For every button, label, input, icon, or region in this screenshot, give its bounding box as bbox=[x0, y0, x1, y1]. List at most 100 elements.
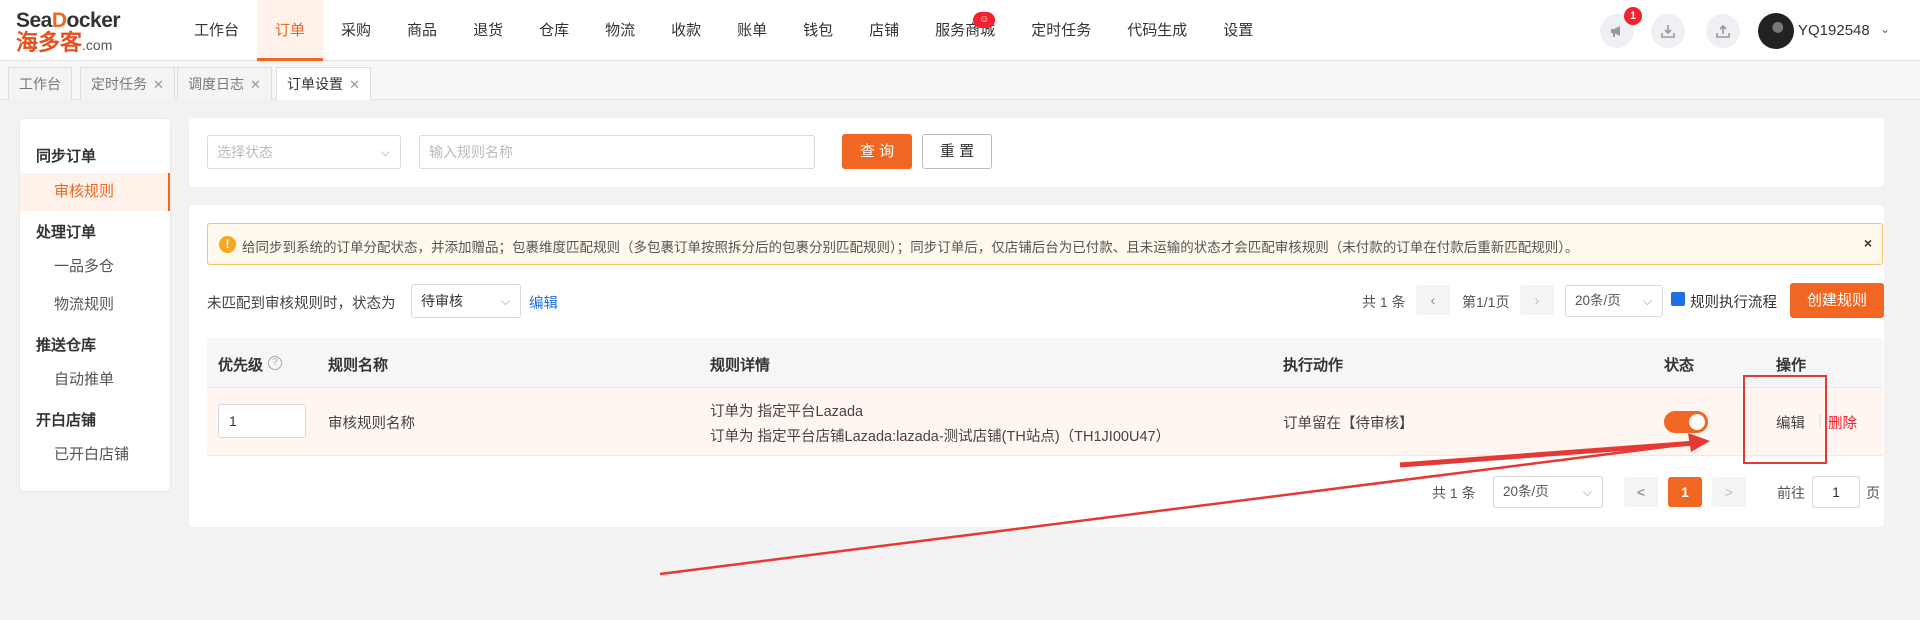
col-priority: 优先级 bbox=[218, 357, 264, 374]
chevron-down-icon[interactable]: ⌄ bbox=[1880, 22, 1890, 36]
create-rule-button[interactable]: 创建规则 bbox=[1790, 283, 1884, 318]
flow-doc-icon bbox=[1671, 292, 1685, 306]
help-icon[interactable]: ? bbox=[268, 356, 282, 370]
settings-sidebar: 同步订单 审核规则 处理订单 一品多仓 物流规则 推送仓库 自动推单 开白店铺 … bbox=[19, 118, 171, 492]
col-status: 状态 bbox=[1664, 357, 1695, 374]
nav-scheduled-tasks[interactable]: 定时任务 bbox=[1013, 0, 1109, 61]
info-notice: ! 给同步到系统的订单分配状态，并添加赠品；包裹维度匹配规则（多包裹订单按照拆分… bbox=[207, 223, 1883, 265]
chevron-down-icon: ⌵ bbox=[380, 145, 390, 159]
rule-name-input[interactable]: 输入规则名称 bbox=[419, 135, 815, 169]
rule-name-cell: 审核规则名称 bbox=[328, 416, 415, 432]
unmatched-status-select[interactable]: 待审核 ⌵ bbox=[411, 284, 521, 318]
unmatched-status-value: 待审核 bbox=[421, 293, 463, 309]
tab-label: 调度日志 bbox=[188, 76, 244, 92]
bottom-page-size-select[interactable]: 20条/页 ⌵ bbox=[1493, 476, 1603, 508]
logo-text-sea: Sea bbox=[16, 9, 52, 32]
nav-logistics[interactable]: 物流 bbox=[587, 0, 653, 61]
username[interactable]: YQ192548 bbox=[1798, 22, 1870, 39]
unmatched-label: 未匹配到审核规则时，状态为 bbox=[207, 296, 396, 312]
sidebar-item-whitelisted-stores[interactable]: 已开白店铺 bbox=[20, 436, 170, 474]
page-tabs: 工作台 定时任务 ✕ 调度日志 ✕ 订单设置 ✕ bbox=[0, 62, 1920, 100]
tab-scheduled-tasks[interactable]: 定时任务 ✕ bbox=[80, 67, 175, 100]
nav-returns[interactable]: 退货 bbox=[455, 0, 521, 61]
chevron-down-icon: ⌵ bbox=[1642, 294, 1652, 308]
nav-workbench[interactable]: 工作台 bbox=[176, 0, 257, 61]
close-icon[interactable]: ✕ bbox=[250, 77, 261, 92]
info-icon: ! bbox=[219, 236, 236, 253]
bottom-pager-prev[interactable]: < bbox=[1624, 477, 1658, 507]
top-pager-prev[interactable]: ‹ bbox=[1416, 285, 1450, 315]
nav-purchase[interactable]: 采购 bbox=[323, 0, 389, 61]
col-operations: 操作 bbox=[1776, 357, 1807, 374]
nav-service-mall[interactable]: 服务商城 ☺ bbox=[917, 0, 1013, 61]
col-rule-name: 规则名称 bbox=[328, 357, 389, 374]
nav-settings[interactable]: 设置 bbox=[1205, 0, 1271, 61]
main-nav: 工作台 订单 采购 商品 退货 仓库 物流 收款 账单 钱包 店铺 服务商城 ☺… bbox=[176, 0, 1271, 61]
top-pager-next[interactable]: › bbox=[1520, 285, 1554, 315]
sidebar-group-push-warehouse: 推送仓库 bbox=[36, 337, 97, 354]
announcement-button[interactable]: 1 bbox=[1600, 7, 1642, 48]
bottom-pager-current-page[interactable]: 1 bbox=[1668, 477, 1702, 507]
tab-label: 订单设置 bbox=[287, 76, 343, 92]
top-page-size-select[interactable]: 20条/页 ⌵ bbox=[1565, 285, 1663, 317]
rule-delete-link[interactable]: 删除 bbox=[1828, 412, 1857, 433]
close-icon[interactable]: ✕ bbox=[349, 77, 360, 92]
rule-detail-line2: 订单为 指定平台店铺Lazada:lazada-测试店铺(TH站点)（TH1JI… bbox=[710, 429, 1171, 445]
col-action: 执行动作 bbox=[1283, 357, 1344, 374]
tab-label: 工作台 bbox=[19, 76, 61, 92]
tab-workbench[interactable]: 工作台 bbox=[8, 67, 72, 100]
chevron-down-icon: ⌵ bbox=[1582, 485, 1592, 499]
user-avatar[interactable] bbox=[1758, 13, 1794, 49]
table-row: 1 审核规则名称 订单为 指定平台Lazada 订单为 指定平台店铺Lazada… bbox=[207, 388, 1883, 456]
rule-detail-line1: 订单为 指定平台Lazada bbox=[710, 404, 864, 420]
tab-label: 定时任务 bbox=[91, 76, 147, 92]
nav-warehouse[interactable]: 仓库 bbox=[521, 0, 587, 61]
bottom-pager-total: 共 1 条 bbox=[1432, 485, 1476, 501]
megaphone-icon bbox=[1611, 26, 1620, 37]
sidebar-group-sync-orders: 同步订单 bbox=[36, 148, 97, 165]
upload-icon bbox=[1716, 24, 1730, 38]
logo-text-d: D bbox=[51, 9, 67, 32]
nav-orders[interactable]: 订单 bbox=[257, 0, 324, 61]
sidebar-item-multi-warehouse[interactable]: 一品多仓 bbox=[20, 248, 170, 286]
nav-stores[interactable]: 店铺 bbox=[851, 0, 917, 61]
highlight-box-annotation bbox=[1743, 375, 1827, 464]
sidebar-item-auto-push[interactable]: 自动推单 bbox=[20, 361, 170, 399]
close-icon[interactable]: × bbox=[1864, 235, 1872, 251]
nav-bills[interactable]: 账单 bbox=[719, 0, 785, 61]
seadocker-logo[interactable]: SeaDocker 海多客.com bbox=[16, 10, 136, 54]
logo-text-ocker: ocker bbox=[66, 9, 121, 32]
rule-flow-link[interactable]: 规则执行流程 bbox=[1690, 291, 1777, 312]
toggle-knob bbox=[1689, 414, 1705, 430]
notice-text: 给同步到系统的订单分配状态，并添加赠品；包裹维度匹配规则（多包裹订单按照拆分后的… bbox=[242, 240, 1579, 255]
rule-status-toggle[interactable] bbox=[1664, 411, 1708, 433]
service-mall-badge: ☺ bbox=[973, 12, 996, 28]
top-navbar: SeaDocker 海多客.com 工作台 订单 采购 商品 退货 仓库 物流 … bbox=[0, 0, 1920, 61]
top-pager-page-info: 第1/1页 bbox=[1462, 294, 1510, 310]
unmatched-edit-link[interactable]: 编辑 bbox=[529, 292, 558, 313]
status-select[interactable]: 选择状态 ⌵ bbox=[207, 135, 401, 169]
tab-order-settings[interactable]: 订单设置 ✕ bbox=[276, 67, 371, 100]
rules-table-header: 优先级 ? 规则名称 规则详情 执行动作 状态 操作 bbox=[207, 338, 1883, 388]
tab-schedule-log[interactable]: 调度日志 ✕ bbox=[177, 67, 272, 100]
sidebar-item-review-rules[interactable]: 审核规则 bbox=[20, 173, 170, 211]
reset-button[interactable]: 重 置 bbox=[922, 134, 992, 169]
status-select-placeholder: 选择状态 bbox=[217, 144, 273, 160]
chevron-down-icon: ⌵ bbox=[500, 294, 510, 308]
goto-page-input[interactable]: 1 bbox=[1812, 476, 1860, 508]
upload-button[interactable] bbox=[1706, 14, 1740, 48]
nav-products[interactable]: 商品 bbox=[389, 0, 455, 61]
logo-text-cn: 海多客 bbox=[16, 30, 83, 55]
download-icon bbox=[1661, 25, 1675, 38]
nav-code-gen[interactable]: 代码生成 bbox=[1109, 0, 1205, 61]
close-icon[interactable]: ✕ bbox=[153, 77, 164, 92]
sidebar-item-logistics-rules[interactable]: 物流规则 bbox=[20, 286, 170, 324]
nav-payments[interactable]: 收款 bbox=[653, 0, 719, 61]
nav-wallet[interactable]: 钱包 bbox=[785, 0, 851, 61]
download-button[interactable] bbox=[1651, 14, 1685, 48]
priority-input[interactable]: 1 bbox=[218, 404, 306, 438]
bottom-pager-next[interactable]: > bbox=[1712, 477, 1746, 507]
query-button[interactable]: 查 询 bbox=[842, 134, 912, 169]
col-rule-detail: 规则详情 bbox=[710, 357, 771, 374]
page-suffix: 页 bbox=[1866, 485, 1880, 501]
